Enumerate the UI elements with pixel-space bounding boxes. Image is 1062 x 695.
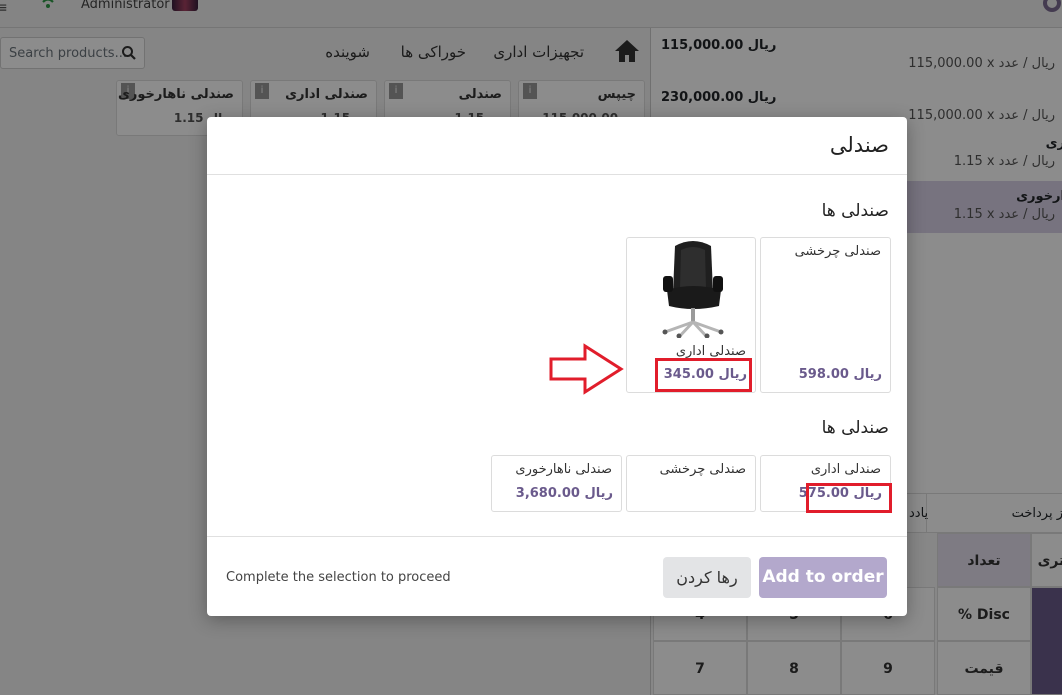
attribute-group-title: صندلی ها xyxy=(821,418,889,438)
office-chair-image xyxy=(662,241,724,338)
option-name: صندلی اداری xyxy=(810,462,881,477)
discard-button[interactable]: رها کردن xyxy=(663,557,751,598)
attribute-option[interactable]: صندلی ناهارخوری 3,680.00 ریال xyxy=(491,455,622,512)
option-name: صندلی چرخشی xyxy=(794,244,881,259)
arrow-right-icon xyxy=(549,343,624,395)
option-price: 598.00 ریال xyxy=(798,367,882,382)
add-to-order-button[interactable]: Add to order xyxy=(759,557,887,598)
modal-title: صندلی xyxy=(829,133,889,157)
footer-message: Complete the selection to proceed xyxy=(226,570,451,585)
option-price: 3,680.00 ریال xyxy=(515,486,613,501)
highlight-box xyxy=(806,483,892,513)
option-name: صندلی ناهارخوری xyxy=(515,462,612,477)
attribute-group-title: صندلی ها xyxy=(821,201,889,221)
highlight-box xyxy=(655,358,752,392)
attribute-option[interactable]: صندلی چرخشی xyxy=(626,455,756,512)
attribute-option[interactable]: صندلی چرخشی 598.00 ریال xyxy=(760,237,891,393)
option-name: صندلی چرخشی xyxy=(659,462,746,477)
modal-footer: Complete the selection to proceed رها کر… xyxy=(207,536,907,616)
modal-header: صندلی xyxy=(207,117,907,175)
option-name: صندلی اداری xyxy=(675,344,746,359)
